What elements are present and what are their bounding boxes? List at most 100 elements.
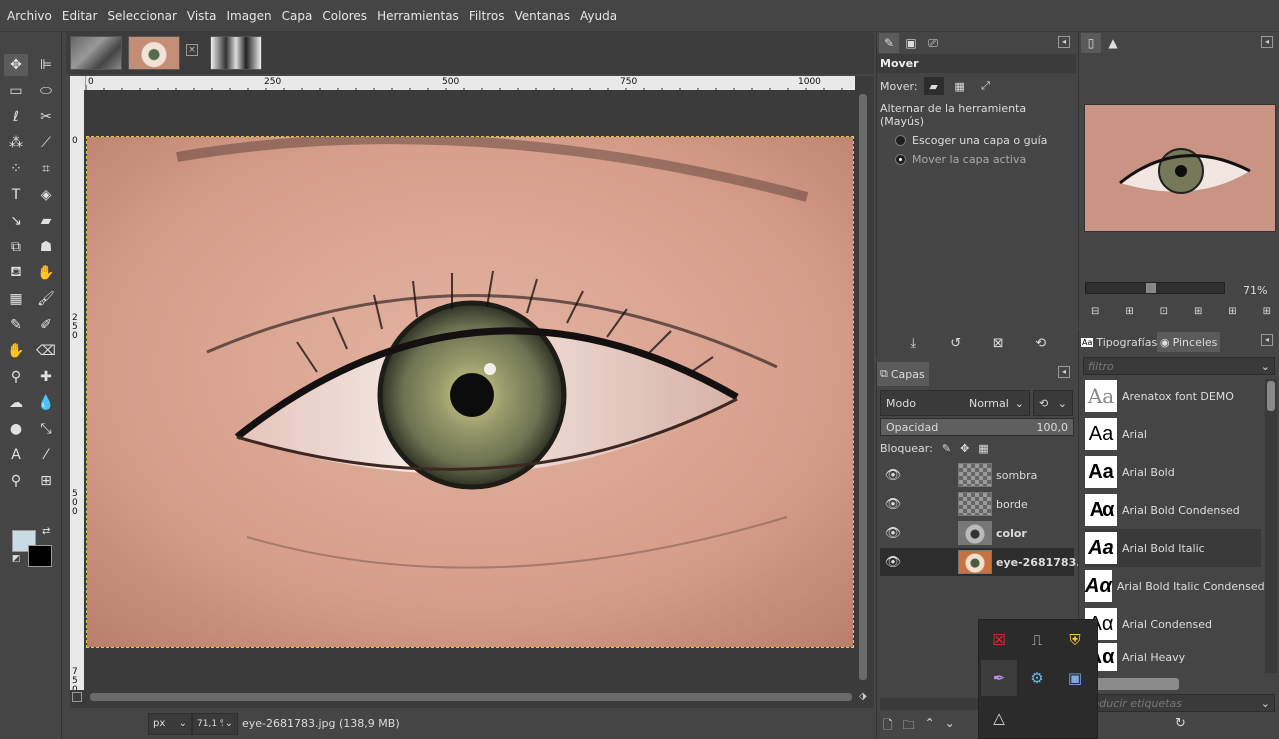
perspective-icon[interactable]: ▰ (34, 210, 58, 232)
new-group-icon[interactable]: 🗀 (903, 716, 915, 737)
nav-zoom-slider[interactable] (1085, 282, 1225, 294)
menu-ayuda[interactable]: Ayuda (575, 0, 622, 32)
tool-options-tab-icon[interactable]: ✎ (879, 33, 899, 53)
layer-row-selected[interactable]: 👁 eye-2681783. (880, 548, 1080, 576)
move-tool-icon[interactable]: ✥ (4, 54, 28, 76)
background-color-swatch[interactable] (28, 545, 52, 567)
reset-options-icon[interactable]: ⟲ (1031, 336, 1051, 351)
unit-select[interactable]: px ⌄ (148, 712, 192, 735)
transform-icon[interactable]: ◈ (34, 184, 58, 206)
zoom-fit-icon[interactable]: ⊞ (1194, 306, 1202, 317)
lasso-icon[interactable]: ℓ (4, 106, 28, 128)
crop-icon[interactable]: ⌗ (34, 158, 58, 180)
menu-ventanas[interactable]: Ventanas (509, 0, 575, 32)
usb-drive-icon[interactable]: ⎍ (1019, 622, 1055, 658)
default-colors-icon[interactable]: ◩ (12, 554, 21, 564)
menu-vista[interactable]: Vista (182, 0, 222, 32)
menu-colores[interactable]: Colores (317, 0, 372, 32)
steam-icon[interactable]: ⚙ (1019, 660, 1055, 696)
swap-colors-icon[interactable]: ⇄ (42, 526, 50, 537)
pencil-icon[interactable]: ✎ (4, 314, 28, 336)
security-shield-icon[interactable]: ⛨ (1057, 622, 1093, 658)
smudge-icon[interactable]: ☁ (4, 392, 28, 414)
save-options-icon[interactable]: ⤓ (903, 336, 923, 351)
close-tab-icon[interactable]: × (186, 44, 198, 56)
menu-imagen[interactable]: Imagen (221, 0, 276, 32)
pointer-tab-icon[interactable]: ▲ (1103, 33, 1123, 53)
menu-editar[interactable]: Editar (57, 0, 103, 32)
airbrush-icon[interactable]: ✐ (34, 314, 58, 336)
eye-icon[interactable]: 👁 (880, 555, 906, 570)
fonts-scrollbar[interactable] (1265, 379, 1277, 673)
navigate-icon[interactable]: ⬗ (859, 691, 867, 702)
network-monitor-icon[interactable]: ▣ (1057, 660, 1093, 696)
new-layer-icon[interactable]: 🗋 (883, 716, 893, 737)
radio-button[interactable] (895, 135, 906, 146)
lock-alpha-icon[interactable]: ▦ (978, 442, 988, 455)
eraser-icon[interactable]: ⌫ (34, 340, 58, 362)
fonts-tab[interactable]: Aa Tipografías (1081, 332, 1158, 352)
zoom-icon[interactable]: ⚲ (4, 470, 28, 492)
lock-position-icon[interactable]: ✥ (960, 442, 969, 455)
layer-row[interactable]: 👁 sombra (880, 461, 1074, 489)
fill-icon[interactable]: ✋ (34, 262, 58, 284)
network-error-icon[interactable]: ☒ (981, 622, 1017, 658)
font-item-selected[interactable]: Aa Arial Bold Italic (1085, 529, 1261, 567)
canvas-image[interactable] (86, 136, 854, 648)
navigation-preview[interactable] (1084, 104, 1276, 232)
image-tab-3[interactable] (210, 36, 262, 70)
ruler-corner-button[interactable] (70, 76, 86, 90)
fonts-scroll-thumb[interactable] (1267, 381, 1275, 411)
vertical-scrollbar[interactable] (857, 90, 869, 690)
font-item[interactable]: Aa Arenatox font DEMO (1085, 377, 1261, 415)
font-item[interactable]: Aα Arial Heavy (1085, 643, 1261, 671)
text-icon[interactable]: A (4, 444, 28, 466)
blur-icon[interactable]: 💧 (34, 392, 58, 414)
zoom-one-icon[interactable]: ⊡ (1160, 306, 1168, 317)
zoom-select[interactable]: 71,1 % ⌄ (192, 712, 238, 735)
eye-icon[interactable]: 👁 (880, 497, 906, 512)
rect-select-icon[interactable]: ▭ (4, 80, 28, 102)
font-filter-input[interactable]: filtro ⌄ (1083, 357, 1275, 375)
menu-seleccionar[interactable]: Seleccionar (102, 0, 181, 32)
move-layer-icon[interactable]: ▰ (923, 77, 944, 95)
font-item[interactable]: Aa Arial Bold (1085, 453, 1261, 491)
warp-icon[interactable]: ↘ (4, 210, 28, 232)
ruler-vertical[interactable]: 0 250 500 750 (70, 90, 84, 690)
eye-icon[interactable]: 👁 (880, 526, 906, 541)
device-status-tab-icon[interactable]: ▣ (901, 33, 921, 53)
wand-icon[interactable]: ⟋ (34, 132, 58, 154)
cage-icon[interactable]: ⧉ (4, 236, 28, 258)
drive-sync-icon[interactable]: △ (981, 700, 1017, 736)
panel-menu-icon[interactable]: ◂ (1058, 36, 1070, 48)
dodge-icon[interactable]: ● (4, 418, 28, 440)
lock-pixels-icon[interactable]: ✎ (942, 442, 951, 455)
color-picker-icon[interactable]: ⁄ (34, 444, 58, 466)
horizontal-scroll-thumb[interactable] (90, 693, 852, 701)
zoom-fill-icon[interactable]: ⊞ (1228, 306, 1236, 317)
text-frame-icon[interactable]: T (4, 184, 28, 206)
ruler-horizontal[interactable]: 0 250 500 750 1000 (86, 76, 855, 90)
panel-menu-icon[interactable]: ◂ (1058, 366, 1070, 378)
eye-icon[interactable]: 👁 (880, 468, 906, 483)
tags-input[interactable]: roducir etiquetas ⌄ (1083, 694, 1275, 712)
align-tool-icon[interactable]: ⊫ (34, 54, 58, 76)
bucket-icon[interactable]: ⛾ (4, 262, 28, 284)
image-tab-1[interactable] (70, 36, 122, 70)
move-selection-icon[interactable]: ▦ (950, 77, 970, 95)
nav-zoom-handle[interactable] (1146, 283, 1156, 293)
quick-mask-toggle[interactable] (72, 692, 82, 702)
heal-icon[interactable]: ✚ (34, 366, 58, 388)
opacity-slider[interactable]: Opacidad 100,0 (880, 418, 1074, 436)
composite-mode-select[interactable]: ⟲ ⌄ (1033, 390, 1073, 416)
radio-button-checked[interactable] (895, 154, 906, 165)
mode-select[interactable]: Modo Normal ⌄ (880, 390, 1030, 416)
ink-icon[interactable]: ✋ (4, 340, 28, 362)
gradient-icon[interactable]: ▦ (4, 288, 28, 310)
ellipse-select-icon[interactable]: ⬭ (34, 80, 58, 102)
zoom-out-icon[interactable]: ⊟ (1091, 306, 1099, 317)
refresh-fonts-icon[interactable]: ↻ (1175, 716, 1186, 731)
undo-history-tab-icon[interactable]: ⎚ (923, 33, 943, 53)
layer-row[interactable]: 👁 borde (880, 490, 1074, 518)
restore-options-icon[interactable]: ↺ (946, 336, 966, 351)
